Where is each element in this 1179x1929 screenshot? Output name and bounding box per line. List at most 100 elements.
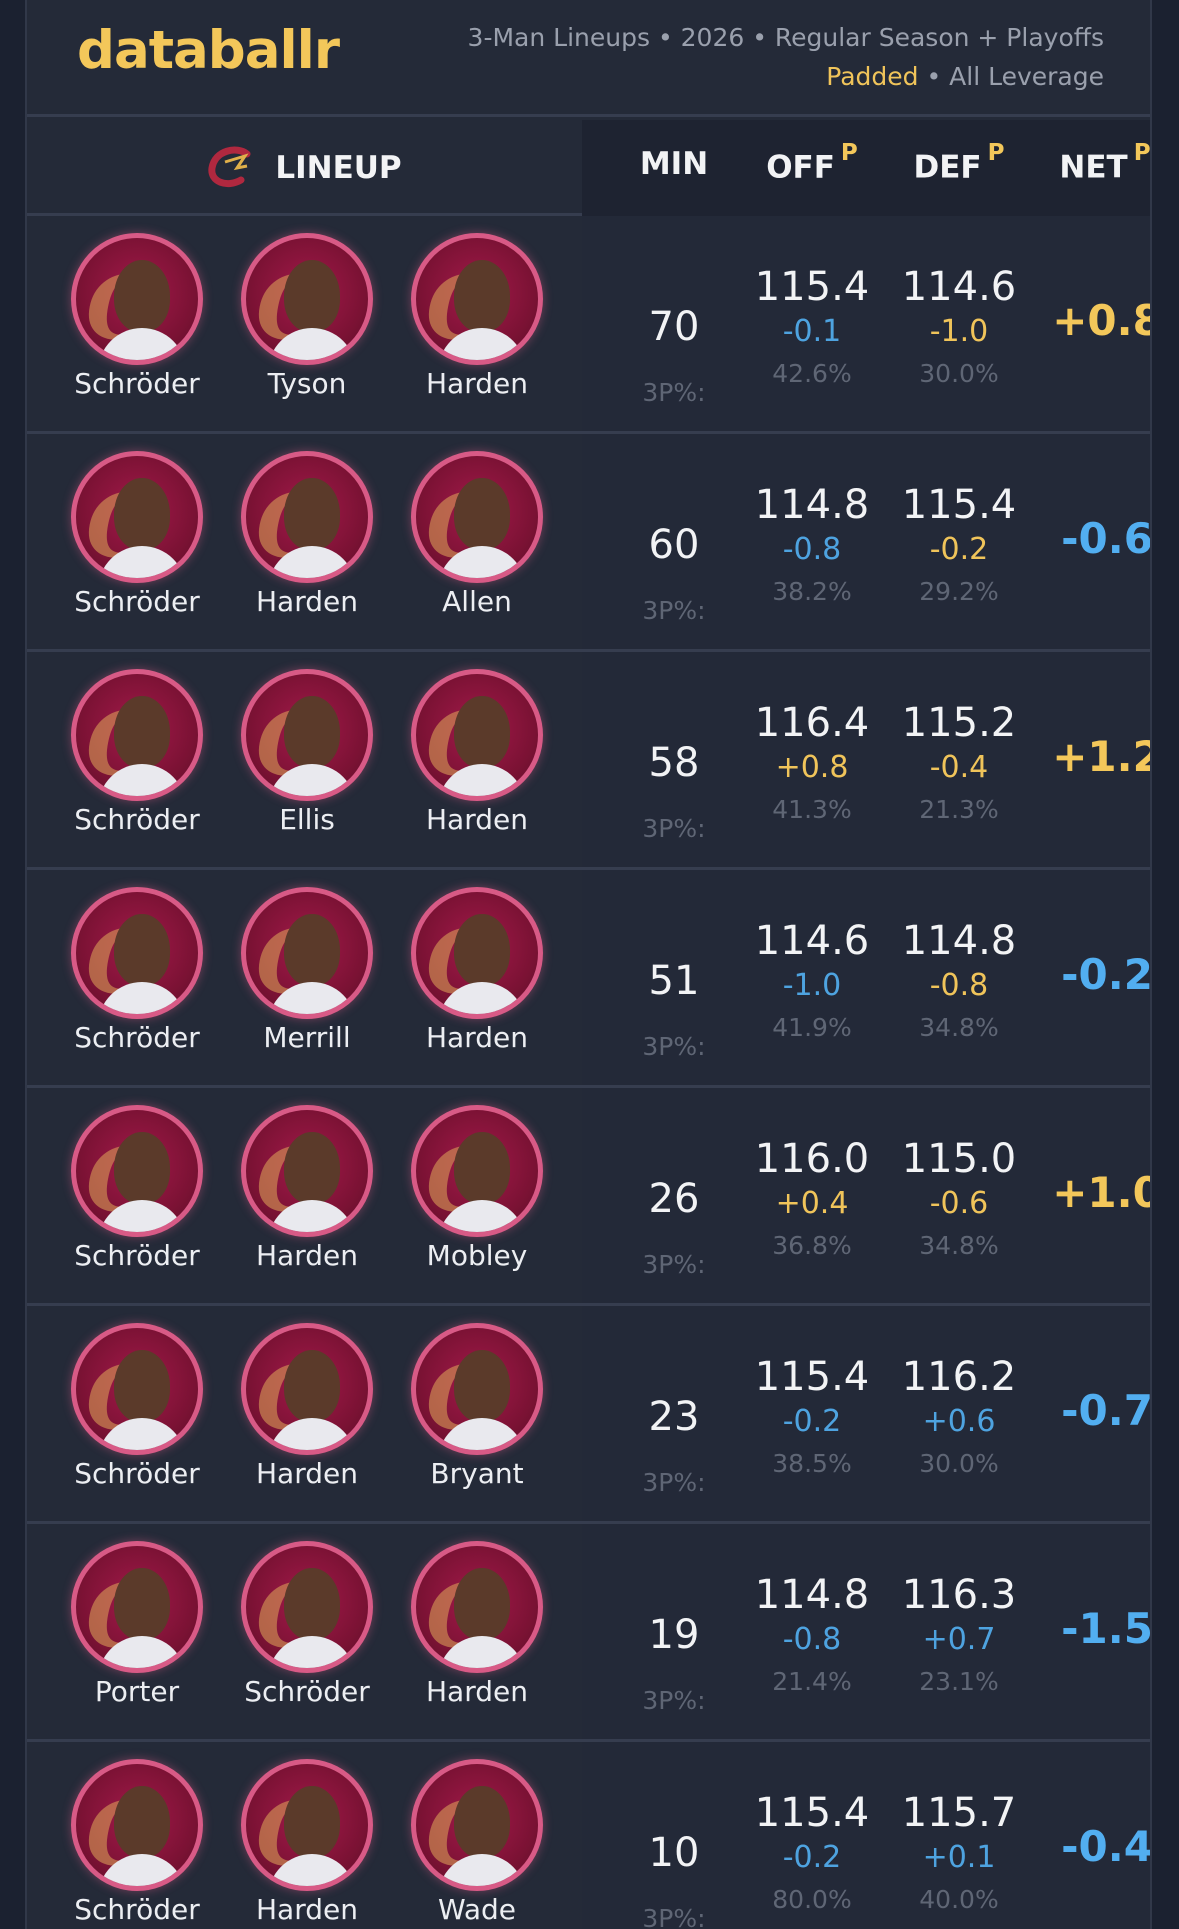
table-row[interactable]: CPorterCSchröderCHarden193P%:114.8-0.821…	[27, 1524, 1150, 1742]
lineup-player[interactable]: CSchröder	[222, 1541, 392, 1708]
defensive-3p-pct: 34.8%	[919, 1013, 999, 1042]
minutes-value: 70	[648, 304, 700, 350]
lineup-player[interactable]: CWade	[392, 1759, 562, 1926]
defensive-3p-pct: 29.2%	[919, 577, 999, 606]
player-name: Mobley	[426, 1239, 528, 1272]
lineup-player[interactable]: CSchröder	[52, 669, 222, 836]
player-name: Harden	[256, 1893, 358, 1926]
lineup-player[interactable]: CHarden	[222, 1759, 392, 1926]
leverage-label: • All Leverage	[918, 62, 1104, 91]
player-avatar: C	[411, 451, 543, 583]
net-rating: -0.4	[1061, 1822, 1152, 1871]
lineup-player[interactable]: CHarden	[222, 1323, 392, 1490]
lineup-player[interactable]: CTyson	[222, 233, 392, 400]
def-padded-marker: P	[987, 140, 1005, 166]
table-row[interactable]: CSchröderCHardenCAllen603P%:114.8-0.838.…	[27, 434, 1150, 652]
offensive-3p-pct: 42.6%	[772, 359, 852, 388]
minutes-value: 23	[648, 1394, 700, 1440]
player-face-icon	[454, 1786, 510, 1858]
lineup-player[interactable]: CSchröder	[52, 1105, 222, 1272]
table-row[interactable]: CSchröderCHardenCBryant233P%:115.4-0.238…	[27, 1306, 1150, 1524]
player-name: Allen	[442, 585, 512, 618]
def-column-header[interactable]: DEF P	[889, 140, 1029, 185]
lineup-column-header[interactable]: LINEUP	[27, 120, 582, 216]
min-column-header[interactable]: MIN	[624, 146, 724, 182]
defensive-diff: -0.6	[929, 1186, 989, 1221]
player-avatar: C	[71, 1323, 203, 1455]
lineup-player[interactable]: CMerrill	[222, 887, 392, 1054]
player-face-icon	[454, 478, 510, 550]
lineup-player[interactable]: CHarden	[392, 1541, 562, 1708]
defensive-diff: +0.1	[922, 1840, 996, 1875]
player-face-icon	[454, 1568, 510, 1640]
lineup-player[interactable]: CSchröder	[52, 451, 222, 618]
lineup-player[interactable]: CMobley	[392, 1105, 562, 1272]
player-avatar: C	[71, 233, 203, 365]
lineup-player[interactable]: CSchröder	[52, 1323, 222, 1490]
defensive-3p-pct: 30.0%	[919, 359, 999, 388]
player-avatar: C	[241, 451, 373, 583]
offensive-rating: 116.0	[754, 1136, 870, 1182]
net-rating: -0.6	[1061, 514, 1152, 563]
player-avatar: C	[71, 1759, 203, 1891]
defense-stat: 115.4 -0.2 29.2%	[889, 482, 1029, 612]
lineup-player[interactable]: CSchröder	[52, 1759, 222, 1926]
player-face-icon	[284, 696, 340, 768]
offense-stat: 115.4 -0.2 80.0%	[742, 1790, 882, 1920]
player-name: Schröder	[74, 1457, 200, 1490]
lineup-player[interactable]: CHarden	[222, 1105, 392, 1272]
player-name: Schröder	[74, 1893, 200, 1926]
offense-stat: 114.8 -0.8 38.2%	[742, 482, 882, 612]
player-avatar: C	[411, 1759, 543, 1891]
offensive-3p-pct: 80.0%	[772, 1885, 852, 1914]
defensive-rating: 114.8	[901, 918, 1017, 964]
player-name: Merrill	[263, 1021, 351, 1054]
offensive-3p-pct: 38.5%	[772, 1449, 852, 1478]
player-avatar: C	[411, 233, 543, 365]
filter-summary[interactable]: 3-Man Lineups • 2026 • Regular Season + …	[468, 18, 1104, 96]
defensive-diff: +0.7	[922, 1622, 996, 1657]
minutes-value: 10	[648, 1830, 700, 1876]
off-column-header[interactable]: OFF P	[742, 140, 882, 185]
lineup-player[interactable]: CHarden	[392, 669, 562, 836]
table-row[interactable]: CSchröderCMerrillCHarden513P%:114.6-1.04…	[27, 870, 1150, 1088]
lineup-player[interactable]: CEllis	[222, 669, 392, 836]
offensive-diff: -1.0	[782, 968, 842, 1003]
three-pt-label: 3P%:	[642, 1686, 706, 1715]
player-name: Harden	[426, 803, 528, 836]
table-row[interactable]: CSchröderCTysonCHarden703P%:115.4-0.142.…	[27, 216, 1150, 434]
table-row[interactable]: CSchröderCHardenCMobley263P%:116.0+0.436…	[27, 1088, 1150, 1306]
lineup-player[interactable]: CBryant	[392, 1323, 562, 1490]
lineup-player[interactable]: CSchröder	[52, 887, 222, 1054]
player-avatar: C	[71, 451, 203, 583]
player-face-icon	[454, 1350, 510, 1422]
offensive-rating: 116.4	[754, 700, 870, 746]
player-name: Harden	[426, 1021, 528, 1054]
table-row[interactable]: CSchröderCHardenCWade103P%:115.4-0.280.0…	[27, 1742, 1150, 1929]
lineup-player[interactable]: CHarden	[392, 887, 562, 1054]
three-pt-label: 3P%:	[642, 378, 706, 407]
lineup-player[interactable]: CHarden	[222, 451, 392, 618]
net-column-header[interactable]: NET P	[1035, 140, 1150, 185]
lineup-player[interactable]: CSchröder	[52, 233, 222, 400]
net-rating: -0.2	[1061, 950, 1152, 999]
offense-stat: 115.4 -0.1 42.6%	[742, 264, 882, 394]
defensive-3p-pct: 40.0%	[919, 1885, 999, 1914]
app-logo[interactable]: databallr	[77, 20, 340, 81]
lineup-player[interactable]: CPorter	[52, 1541, 222, 1708]
column-header-row: LINEUP MIN OFF P DEF P NET P	[27, 120, 1150, 216]
table-row[interactable]: CSchröderCEllisCHarden583P%:116.4+0.841.…	[27, 652, 1150, 870]
player-avatar: C	[71, 1105, 203, 1237]
player-name: Schröder	[74, 803, 200, 836]
three-pt-label: 3P%:	[642, 1250, 706, 1279]
offensive-diff: -0.2	[782, 1840, 842, 1875]
player-avatar: C	[241, 887, 373, 1019]
lineup-player[interactable]: CAllen	[392, 451, 562, 618]
header: databallr 3-Man Lineups • 2026 • Regular…	[27, 0, 1150, 117]
player-name: Harden	[256, 585, 358, 618]
lineup-player[interactable]: CHarden	[392, 233, 562, 400]
player-face-icon	[284, 478, 340, 550]
net-rating: -0.7	[1061, 1386, 1152, 1435]
player-avatar: C	[241, 233, 373, 365]
player-name: Tyson	[267, 367, 347, 400]
